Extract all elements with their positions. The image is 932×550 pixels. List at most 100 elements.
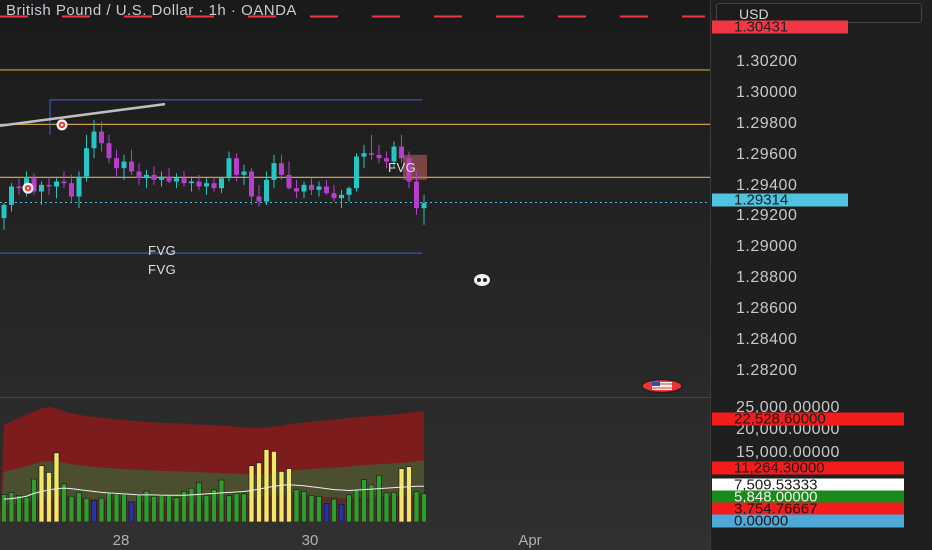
candle-body — [369, 153, 374, 155]
candle-body — [1, 204, 7, 219]
candle-body — [331, 193, 337, 199]
candle-body — [174, 178, 179, 182]
volume-bar — [353, 489, 360, 522]
volume-bar — [383, 492, 390, 522]
volume-label-band-lower: 11,264.30000 — [712, 461, 904, 476]
volume-bar — [1, 494, 7, 522]
volume-bar — [91, 500, 97, 522]
volume-bar — [413, 491, 420, 522]
candle-body — [211, 183, 217, 189]
candle-body — [249, 171, 254, 197]
price-tick: 1.28200 — [736, 362, 798, 379]
chart-title[interactable]: British Pound / U.S. Dollar · 1h · OANDA — [6, 2, 297, 19]
volume-bar — [391, 492, 397, 522]
candle-body — [76, 176, 82, 197]
volume-bar — [263, 449, 270, 522]
volume-bar — [83, 497, 90, 522]
price-tick: 1.30000 — [736, 84, 798, 101]
volume-bar — [76, 492, 82, 522]
time-tick: Apr — [518, 532, 542, 549]
volume-chart[interactable] — [0, 398, 710, 522]
volume-bar — [256, 462, 262, 522]
volume-bar — [398, 468, 405, 522]
volume-bar — [136, 494, 142, 522]
volume-bar — [376, 474, 382, 522]
candle-body — [151, 174, 157, 180]
price-tick: 1.29600 — [736, 146, 798, 163]
candle-body — [256, 196, 262, 202]
candle-body — [241, 171, 247, 175]
volume-bar — [316, 495, 322, 522]
volume-bar — [203, 494, 210, 522]
volume-bar — [23, 496, 30, 522]
ghost-icon[interactable] — [473, 273, 491, 287]
volume-bar — [113, 493, 120, 522]
volume-bar — [286, 468, 292, 522]
volume-bar — [181, 491, 187, 522]
volume-label-band-upper: 22,528.60000 — [712, 412, 904, 427]
target-icon-dot — [26, 186, 30, 190]
volume-bar — [331, 498, 337, 522]
candle-body — [226, 158, 232, 179]
price-tick: 1.30200 — [736, 53, 798, 70]
price-tick: 1.29000 — [736, 238, 798, 255]
candle-body — [9, 186, 14, 205]
volume-bar — [158, 495, 165, 522]
candle-body — [189, 181, 194, 184]
candle-body — [264, 179, 269, 202]
volume-bar — [218, 479, 225, 522]
candle-body — [16, 186, 22, 189]
volume-bar — [211, 489, 217, 522]
volume-bar — [53, 452, 60, 522]
trend-line — [0, 102, 166, 127]
candle-body — [234, 158, 239, 175]
time-tick: 28 — [112, 532, 130, 549]
candle-body — [354, 156, 359, 189]
candle-body — [414, 181, 419, 209]
candle-body — [46, 184, 52, 187]
volume-bar — [128, 501, 135, 522]
volume-bar — [196, 482, 202, 522]
candle-body — [286, 174, 292, 189]
candle-body — [106, 143, 112, 159]
candle-body — [61, 181, 67, 184]
volume-bar — [308, 494, 315, 522]
volume-bar — [188, 487, 195, 522]
candle-body — [121, 161, 127, 169]
volume-bar — [278, 471, 285, 522]
volume-bar — [106, 492, 112, 522]
target-icon-dot — [60, 123, 64, 127]
candle-body — [376, 154, 382, 159]
volume-bar — [368, 484, 375, 522]
volume-bar — [361, 479, 367, 522]
candle-body — [301, 184, 307, 192]
volume-bar — [8, 492, 15, 522]
candle-body — [399, 146, 404, 159]
price-tick: 1.29800 — [736, 115, 798, 132]
volume-bar — [406, 466, 412, 522]
candle-body — [84, 148, 89, 177]
volume-label-zero: 0.00000 — [712, 514, 904, 529]
volume-bar — [16, 494, 22, 522]
volume-bar — [166, 494, 172, 522]
candle-body — [136, 171, 142, 179]
volume-bar — [31, 478, 37, 522]
volume-bar — [46, 472, 52, 522]
candle-body — [279, 163, 284, 175]
candle-body — [129, 161, 134, 172]
top-price-label: 1.30431 — [712, 20, 848, 35]
candle-body — [219, 178, 224, 189]
volume-bar — [173, 497, 180, 522]
candle-body — [54, 181, 59, 187]
candle-body — [114, 158, 119, 169]
us-flag-event-icon[interactable] — [640, 378, 684, 394]
price-chart[interactable] — [0, 0, 710, 398]
volume-bar — [151, 495, 157, 522]
volume-bar — [121, 494, 127, 522]
volume-bar — [421, 493, 427, 522]
candle-body — [69, 183, 74, 197]
volume-bar — [241, 493, 247, 522]
candle-body — [421, 203, 427, 209]
current-price-label: 1.29314 — [712, 193, 848, 208]
volume-bar — [338, 504, 345, 522]
